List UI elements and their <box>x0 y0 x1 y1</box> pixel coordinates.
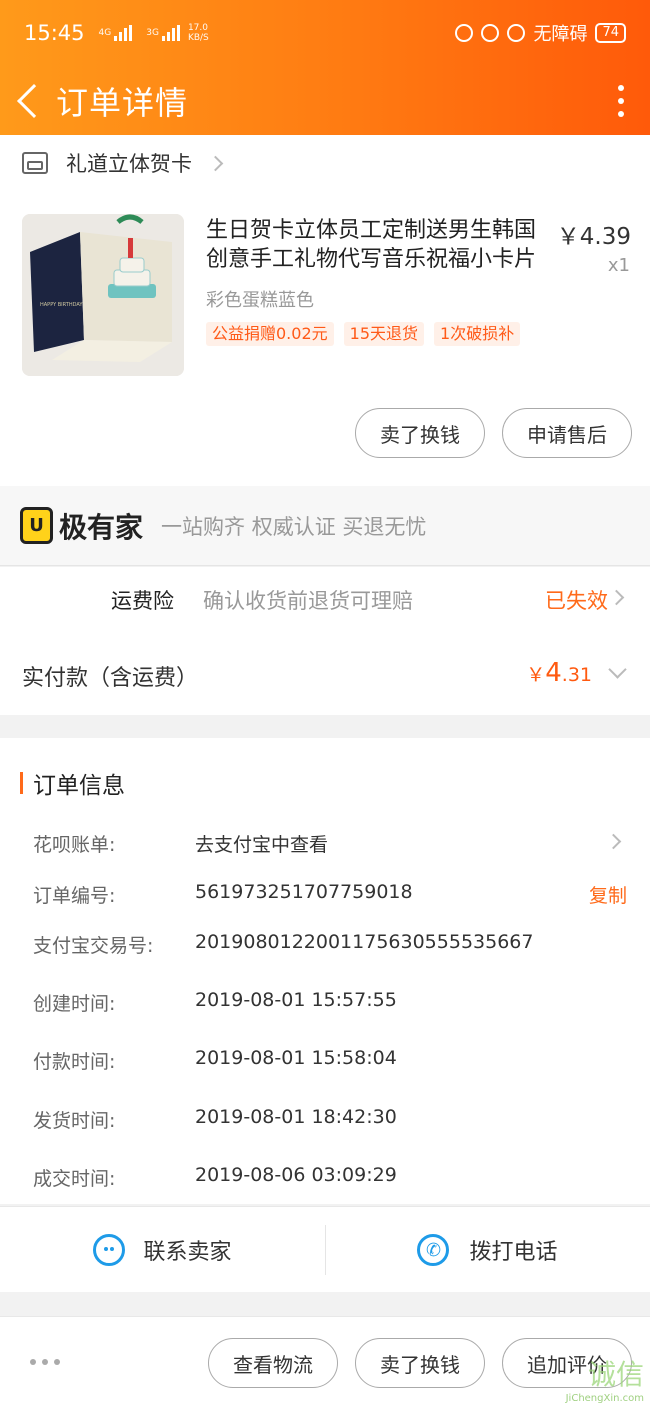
service-tag: 15天退货 <box>343 322 425 346</box>
battery-icon: 74 <box>595 23 626 43</box>
sell-button-bottom[interactable]: 卖了换钱 <box>355 1338 485 1388</box>
more-dots-icon[interactable] <box>30 1359 60 1365</box>
amount-integer: 4 <box>545 658 562 688</box>
status-right: 无障碍 74 <box>455 20 626 46</box>
info-value: 2019080122001175630555535667 <box>195 931 534 953</box>
status-bar: 15:45 4G 3G 17.0 KB/S 无障碍 74 <box>0 0 650 66</box>
call-label: 拨打电话 <box>469 1240 558 1265</box>
shop-icon <box>22 152 48 174</box>
shipping-insurance-row[interactable]: 运费险 确认收货前退货可理赔 已失效 <box>0 567 650 629</box>
chevron-right-icon <box>605 833 622 850</box>
after-sale-button[interactable]: 申请售后 <box>502 408 632 458</box>
amount-decimal: .31 <box>561 664 592 686</box>
info-key: 发货时间: <box>33 1110 116 1132</box>
contact-bar: 联系卖家 ✆ 拨打电话 <box>0 1206 650 1292</box>
chevron-down-icon[interactable] <box>608 660 627 679</box>
info-value: 去支付宝中查看 <box>195 834 329 856</box>
lock-icon <box>481 24 500 42</box>
network-speed: 17.0 KB/S <box>188 23 209 43</box>
birthday-card-illustration: HAPPY BIRTHDAY <box>22 214 184 376</box>
order-info-header: 订单信息 <box>20 766 125 800</box>
service-tag: 公益捐赠0.02元 <box>206 322 334 346</box>
order-info-title: 订单信息 <box>33 773 125 799</box>
alarm-icon <box>507 24 526 42</box>
product-image[interactable]: HAPPY BIRTHDAY <box>22 214 184 376</box>
insurance-label: 运费险 <box>111 589 174 613</box>
more-icon[interactable] <box>618 84 624 117</box>
accessibility-text: 无障碍 <box>533 24 588 45</box>
paid-amount-row[interactable]: 实付款（含运费） ￥4.31 <box>0 629 650 715</box>
insurance-status: 已失效 <box>545 589 608 613</box>
section-accent-bar <box>20 772 23 794</box>
vibrate-icon <box>455 24 474 42</box>
info-value: 2019-08-01 15:57:55 <box>195 989 397 1011</box>
info-value: 2019-08-06 03:09:29 <box>195 1164 397 1186</box>
info-value: 561973251707759018 <box>195 881 413 903</box>
contact-seller-button[interactable]: 联系卖家 <box>0 1207 325 1293</box>
product-quantity: x1 <box>607 255 630 276</box>
chevron-right-icon <box>207 155 224 171</box>
info-key: 花呗账单: <box>33 834 116 856</box>
paid-amount: ￥4.31 <box>526 658 592 688</box>
copy-button[interactable]: 复制 <box>589 881 627 908</box>
network-3g: 3G <box>146 28 159 38</box>
info-key: 创建时间: <box>33 993 116 1015</box>
paid-label: 实付款（含运费） <box>22 666 199 691</box>
network-4g: 4G <box>98 28 112 38</box>
shop-row[interactable]: 礼道立体贺卡 <box>22 148 224 178</box>
currency-symbol: ￥ <box>526 664 546 686</box>
service-tag: 1次破损补 <box>434 322 521 346</box>
watermark-url: JiChengXin.com <box>565 1393 644 1404</box>
speed-unit: KB/S <box>187 33 209 43</box>
watermark-text: 诚信 <box>587 1358 644 1391</box>
sell-button[interactable]: 卖了换钱 <box>355 408 485 458</box>
phone-icon: ✆ <box>417 1234 450 1266</box>
brand-slogan: 一站购齐 权威认证 买退无忧 <box>161 514 427 539</box>
call-button[interactable]: ✆ 拨打电话 <box>325 1207 650 1293</box>
signal-icon <box>114 25 133 41</box>
signal-icon <box>161 25 180 41</box>
header: 15:45 4G 3G 17.0 KB/S 无障碍 74 订单详情 <box>0 0 650 135</box>
brand-name: 极有家 <box>59 510 144 544</box>
speed-value: 17.0 <box>187 23 208 33</box>
info-value: 2019-08-01 18:42:30 <box>195 1106 397 1128</box>
service-tags: 公益捐赠0.02元 15天退货 1次破损补 <box>206 322 521 346</box>
info-key: 成交时间: <box>33 1168 116 1190</box>
status-time: 15:45 <box>24 21 85 45</box>
nav-bar: 订单详情 <box>0 66 650 135</box>
product-price: ￥4.39 <box>556 224 631 250</box>
view-logistics-button[interactable]: 查看物流 <box>208 1338 338 1388</box>
order-info-section: 订单信息 花呗账单: 去支付宝中查看 订单编号: 561973251707759… <box>0 738 650 1204</box>
page-title: 订单详情 <box>56 83 189 122</box>
insurance-desc: 确认收货前退货可理赔 <box>203 589 413 613</box>
shop-name: 礼道立体贺卡 <box>66 152 192 176</box>
bottom-action-bar: 查看物流 卖了换钱 追加评价 诚信 JiChengXin.com <box>0 1316 650 1408</box>
info-key: 付款时间: <box>33 1051 116 1073</box>
back-icon[interactable] <box>17 83 51 118</box>
brand-logo-icon: U <box>20 507 53 544</box>
brand-banner[interactable]: U 极有家 一站购齐 权威认证 买退无忧 <box>0 486 650 566</box>
watermark: 诚信 JiChengXin.com <box>566 1353 644 1404</box>
chat-icon <box>93 1234 126 1266</box>
product-sku: 彩色蛋糕蓝色 <box>206 290 314 311</box>
info-value: 2019-08-01 15:58:04 <box>195 1047 397 1069</box>
product-title[interactable]: 生日贺卡立体员工定制送男生韩国创意手工礼物代写音乐祝福小卡片 <box>206 216 556 274</box>
info-key: 支付宝交易号: <box>33 935 154 957</box>
chevron-right-icon <box>608 589 625 606</box>
card-caption: HAPPY BIRTHDAY <box>40 302 83 308</box>
contact-seller-label: 联系卖家 <box>143 1240 232 1265</box>
info-key: 订单编号: <box>33 885 116 907</box>
